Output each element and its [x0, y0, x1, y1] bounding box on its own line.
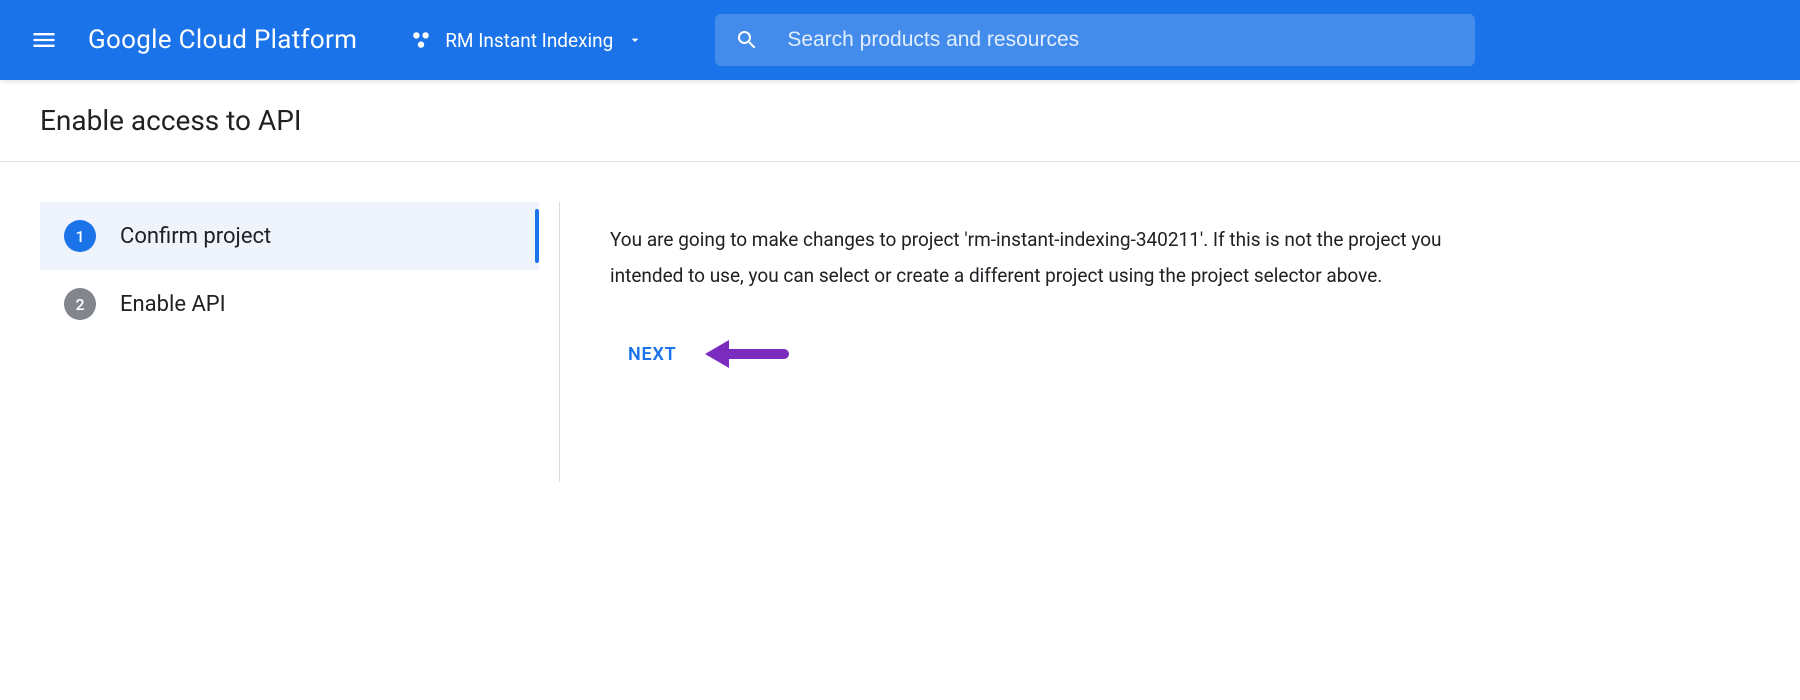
chevron-down-icon — [627, 32, 643, 48]
step-number: 2 — [64, 288, 96, 320]
page-title-bar: Enable access to API — [0, 80, 1800, 162]
project-selector[interactable]: RM Instant Indexing — [397, 20, 655, 60]
step-number: 1 — [64, 220, 96, 252]
description-text: You are going to make changes to project… — [610, 222, 1500, 294]
page-title: Enable access to API — [40, 104, 1760, 137]
project-name: RM Instant Indexing — [445, 29, 613, 52]
main-panel: You are going to make changes to project… — [560, 202, 1560, 482]
project-icon — [409, 28, 433, 52]
top-header: Google Cloud Platform RM Instant Indexin… — [0, 0, 1800, 80]
menu-button[interactable] — [20, 16, 68, 64]
hamburger-icon — [30, 26, 58, 54]
step-label: Confirm project — [120, 224, 271, 249]
content-area: 1 Confirm project 2 Enable API You are g… — [0, 162, 1800, 482]
search-input[interactable] — [787, 28, 1455, 52]
action-row: NEXT — [610, 334, 1500, 374]
stepper: 1 Confirm project 2 Enable API — [40, 202, 560, 482]
search-container[interactable] — [715, 14, 1475, 66]
next-button[interactable]: NEXT — [616, 336, 689, 373]
step-enable-api[interactable]: 2 Enable API — [40, 270, 539, 338]
arrow-annotation-icon — [699, 334, 789, 374]
search-icon — [735, 28, 759, 52]
step-label: Enable API — [120, 292, 226, 317]
step-confirm-project[interactable]: 1 Confirm project — [40, 202, 539, 270]
platform-logo: Google Cloud Platform — [88, 25, 357, 55]
